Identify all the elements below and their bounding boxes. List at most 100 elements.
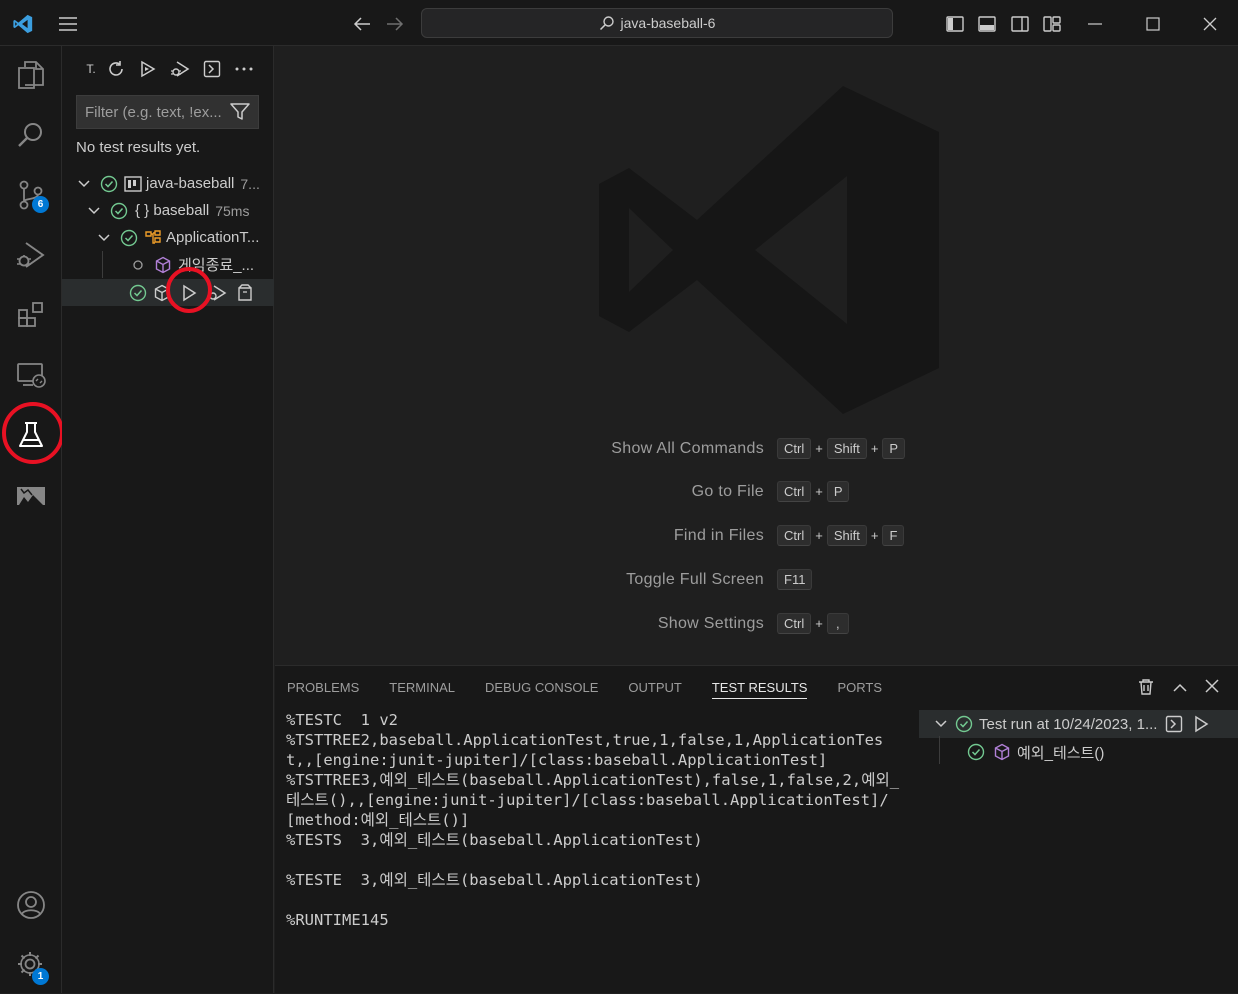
key: Ctrl <box>777 481 812 502</box>
shortcut-keys: Ctrl + Shift + P <box>777 438 906 459</box>
forward-arrow-icon[interactable] <box>383 12 407 36</box>
toggle-panel-icon[interactable] <box>976 13 998 35</box>
output-line: %TESTE 3,예외_테스트(baseball.ApplicationTest… <box>286 871 703 889</box>
filter-icon[interactable] <box>230 103 250 125</box>
refresh-tests-icon[interactable] <box>104 56 128 82</box>
test-explorer-sidebar: T. Filter (e.g. text, !ex... No test res… <box>62 46 274 993</box>
shortcut-label: Show Settings <box>657 615 764 632</box>
more-actions-icon[interactable] <box>232 56 256 82</box>
menu-icon[interactable] <box>56 12 80 36</box>
extensions-icon[interactable] <box>0 290 62 340</box>
shortcut-keys: Ctrl + Shift + F <box>777 525 905 546</box>
minimize-icon[interactable] <box>1084 13 1106 35</box>
test-passed-icon <box>110 202 128 220</box>
test-explorer-toolbar: T. <box>62 56 274 82</box>
output-line: %TESTS 3,예외_테스트(baseball.ApplicationTest… <box>286 831 703 849</box>
show-output-icon[interactable] <box>200 56 224 82</box>
shortcut-label: Show All Commands <box>611 440 764 457</box>
customize-layout-icon[interactable] <box>1041 13 1063 35</box>
vscode-watermark-icon <box>599 86 939 414</box>
run-all-tests-icon[interactable] <box>136 56 160 82</box>
activity-bar: 6 1 <box>0 46 64 993</box>
test-result-label: 예외_테스트() <box>1017 744 1105 762</box>
explorer-icon[interactable] <box>0 50 62 100</box>
method-icon <box>993 743 1011 761</box>
plus-sign: + <box>870 528 879 543</box>
plus-sign: + <box>815 528 823 543</box>
accounts-badge: 1 <box>32 968 49 985</box>
close-panel-icon[interactable] <box>1205 679 1219 698</box>
key: F11 <box>777 569 813 590</box>
chevron-down-icon[interactable] <box>98 233 112 242</box>
shortcut-row: Find in Files Ctrl + Shift + F <box>275 525 1238 549</box>
chevron-down-icon[interactable] <box>935 720 947 728</box>
bottom-panel: PROBLEMS TERMINAL DEBUG CONSOLE OUTPUT T… <box>275 665 1238 993</box>
tab-output[interactable]: OUTPUT <box>628 680 681 699</box>
output-line: %TSTTREE2,baseball.ApplicationTest,true,… <box>286 731 884 769</box>
test-passed-icon <box>955 715 973 733</box>
chevron-down-icon[interactable] <box>78 179 92 188</box>
open-output-icon[interactable] <box>1165 715 1183 733</box>
search-text: java-baseball-6 <box>620 15 716 31</box>
tree-guide <box>102 251 103 278</box>
no-results-message: No test results yet. <box>76 139 201 156</box>
test-passed-icon <box>129 284 147 302</box>
tree-item-package[interactable]: { } baseball 75ms <box>62 197 274 224</box>
toggle-secondary-sidebar-icon[interactable] <box>1009 13 1031 35</box>
source-control-badge: 6 <box>32 196 49 213</box>
shortcut-row: Go to File Ctrl + P <box>275 481 1238 505</box>
tree-item-label: ApplicationT... <box>166 229 260 246</box>
tab-terminal[interactable]: TERMINAL <box>389 680 455 699</box>
shortcut-label: Toggle Full Screen <box>626 571 764 588</box>
tree-item-class[interactable]: ApplicationT... <box>62 224 274 251</box>
key: Shift <box>826 438 867 459</box>
tree-item-project[interactable]: java-baseball 7... <box>62 170 274 197</box>
shortcut-keys: F11 <box>777 569 813 590</box>
panel-tabs: PROBLEMS TERMINAL DEBUG CONSOLE OUTPUT T… <box>287 680 882 699</box>
run-and-debug-icon[interactable] <box>0 230 62 280</box>
tree-item-method[interactable]: 게임종료_... <box>62 251 274 278</box>
rerun-icon[interactable] <box>1193 715 1209 733</box>
test-passed-icon <box>100 175 118 193</box>
tab-problems[interactable]: PROBLEMS <box>287 680 359 699</box>
source-control-icon[interactable]: 6 <box>0 170 62 220</box>
shortcut-keys: Ctrl + P <box>777 481 850 502</box>
toggle-primary-sidebar-icon[interactable] <box>944 13 966 35</box>
chevron-up-icon[interactable] <box>1172 680 1188 698</box>
test-run-row[interactable]: Test run at 10/24/2023, 1... <box>919 710 1238 738</box>
back-arrow-icon[interactable] <box>350 12 374 36</box>
test-results-tree: Test run at 10/24/2023, 1... 예외_테스트() <box>919 710 1238 994</box>
close-window-icon[interactable] <box>1199 13 1221 35</box>
test-output-log: %TESTC 1 v2 %TSTTREE2,baseball.Applicatio… <box>286 710 906 930</box>
filter-placeholder: Filter (e.g. text, !ex... <box>85 103 222 121</box>
shortcut-row: Toggle Full Screen F11 <box>275 569 1238 593</box>
tab-ports[interactable]: PORTS <box>837 680 882 699</box>
method-icon <box>154 256 172 274</box>
key: P <box>882 438 906 459</box>
tree-item-meta: 75ms <box>215 202 250 219</box>
chevron-down-icon[interactable] <box>88 206 102 215</box>
test-filter-input[interactable]: Filter (e.g. text, !ex... <box>76 95 259 129</box>
test-run-label: Test run at 10/24/2023, 1... <box>979 715 1158 733</box>
go-to-test-icon[interactable] <box>235 283 255 302</box>
tree-item-label: java-baseball <box>146 175 235 192</box>
tab-debug-console[interactable]: DEBUG CONSOLE <box>485 680 598 699</box>
key: , <box>826 613 849 634</box>
command-center-search[interactable]: java-baseball-6 <box>421 8 893 38</box>
test-passed-icon <box>967 743 985 761</box>
debug-all-tests-icon[interactable] <box>168 56 192 82</box>
remote-explorer-icon[interactable] <box>0 350 62 400</box>
manage-gear-icon[interactable]: 1 <box>0 940 62 990</box>
test-result-item[interactable]: 예외_테스트() <box>919 736 1238 766</box>
key: Ctrl <box>777 613 812 634</box>
plus-sign: + <box>815 441 823 456</box>
tab-test-results[interactable]: TEST RESULTS <box>711 680 808 699</box>
trash-icon[interactable] <box>1138 678 1154 701</box>
search-icon[interactable] <box>0 110 62 160</box>
docker-icon[interactable] <box>0 470 62 520</box>
maximize-icon[interactable] <box>1142 13 1164 35</box>
search-icon <box>599 16 614 31</box>
accounts-icon[interactable] <box>0 880 62 930</box>
highlight-circle-testing <box>2 402 64 464</box>
